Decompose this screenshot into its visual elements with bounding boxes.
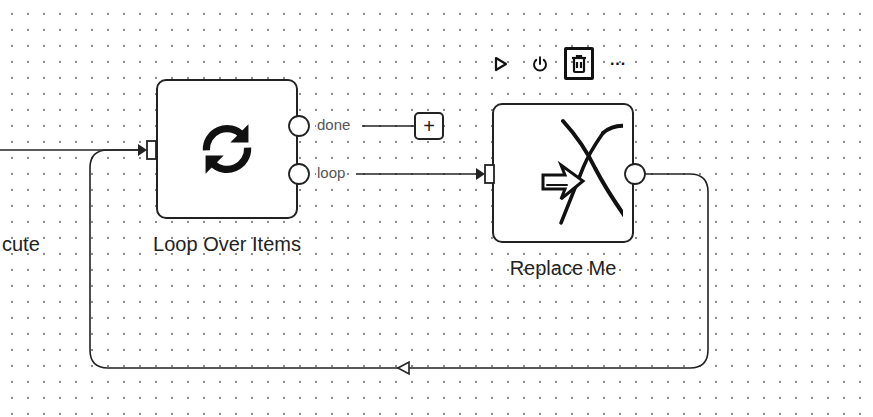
power-button[interactable]: [525, 47, 555, 80]
node-label: Loop Over Items: [153, 232, 301, 256]
workflow-canvas[interactable]: cute Loop Over Items done loop Replace Me ···…: [0, 0, 873, 417]
node-label: cute: [2, 232, 40, 256]
trash-icon: [571, 54, 587, 74]
add-node-button[interactable]: +: [414, 112, 444, 140]
loop-icon: [194, 116, 260, 182]
workflow-node[interactable]: Loop Over Items: [127, 79, 327, 256]
output-label: loop: [316, 164, 346, 182]
more-button[interactable]: ···: [603, 47, 633, 80]
more-icon: ···: [610, 56, 626, 72]
output-label: done: [316, 116, 351, 134]
workflow-node[interactable]: Replace Me: [463, 103, 663, 280]
connections: [0, 0, 873, 417]
trash-button[interactable]: [564, 47, 594, 80]
play-button[interactable]: [486, 47, 516, 80]
node-body[interactable]: [156, 79, 298, 219]
workflow-node[interactable]: cute: [2, 232, 40, 256]
node-body[interactable]: [492, 103, 634, 243]
node-label: Replace Me: [510, 256, 617, 280]
noop-icon: [503, 113, 623, 233]
play-icon: [494, 56, 508, 72]
node-toolbar: ···: [486, 47, 633, 80]
power-icon: [531, 55, 549, 73]
